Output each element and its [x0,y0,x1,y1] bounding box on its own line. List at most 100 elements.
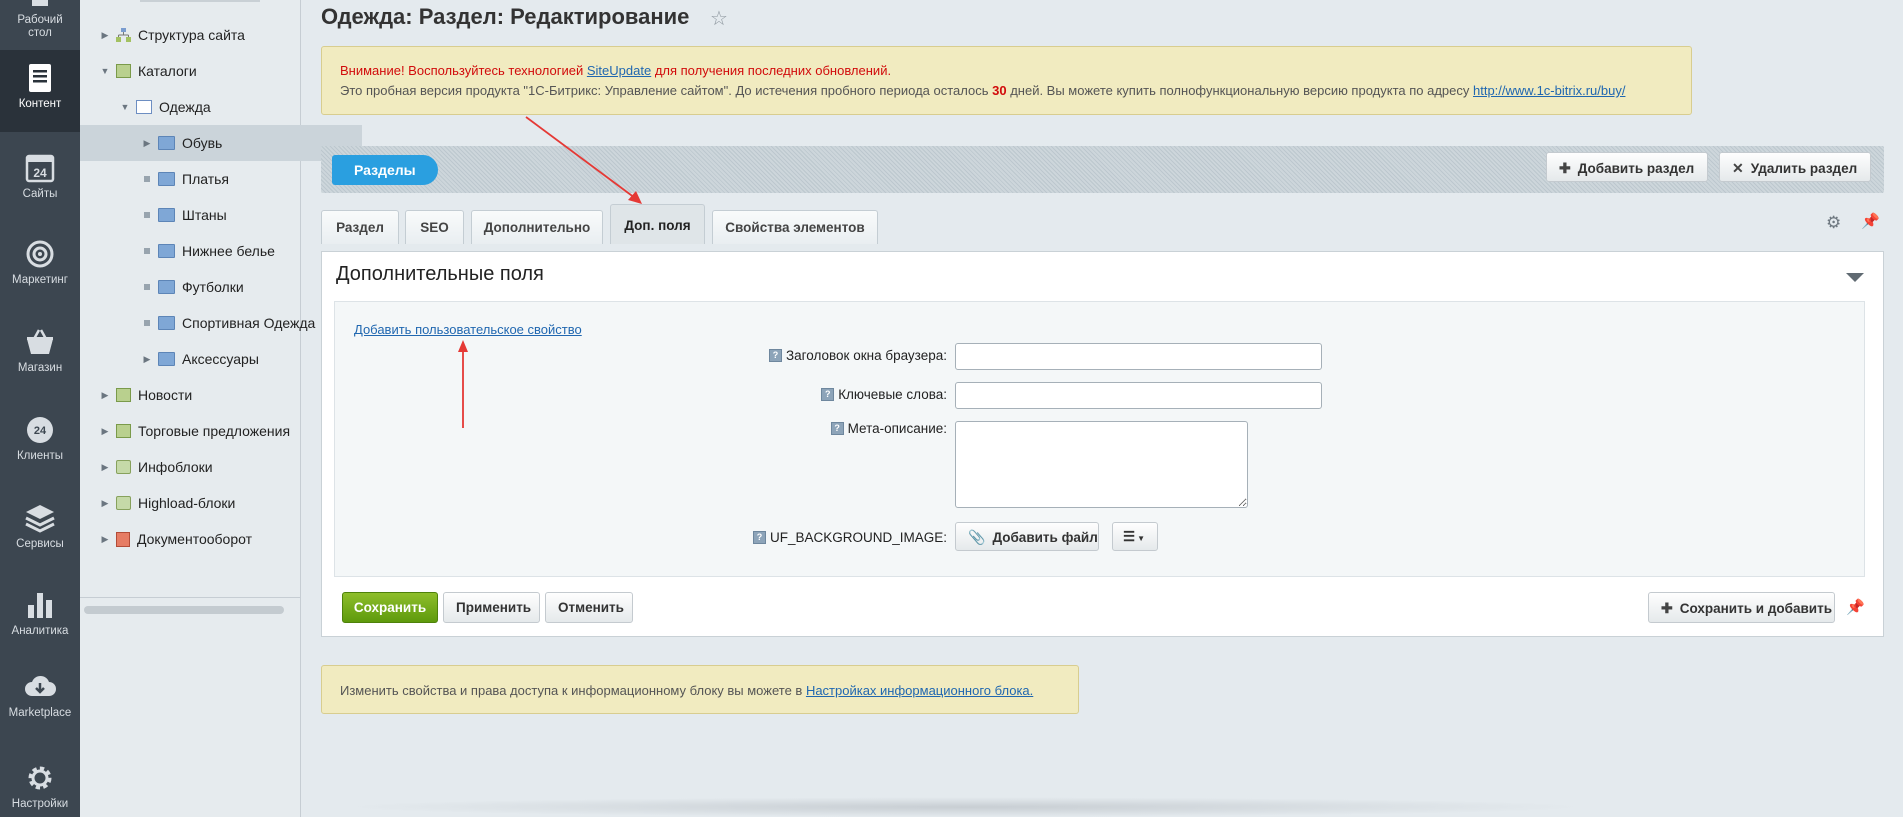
analytics-icon [28,593,52,618]
expand-arrow-icon[interactable]: ▶ [142,138,152,149]
tree-item-clothes[interactable]: ▼ Одежда [80,89,340,125]
catalog-section-icon [136,100,152,114]
tree-item-label: Одежда [159,99,211,115]
help-icon[interactable]: ? [768,349,782,362]
tree-item-infoblocks[interactable]: ▶ Инфоблоки [80,449,320,485]
browser-title-input[interactable] [955,343,1322,370]
siteupdate-link[interactable]: SiteUpdate [587,63,651,78]
tree-item-label: Документооборот [137,531,253,547]
tab-section[interactable]: Раздел [321,210,399,244]
nav-label: Marketplace [8,707,72,719]
nav-analytics[interactable]: Аналитика [0,589,80,649]
tree-item-label: Инфоблоки [138,459,213,475]
notice-text: Внимание! Воспользуйтесь технологией [340,63,587,78]
help-icon[interactable]: ? [752,531,766,544]
page-title: Одежда: Раздел: Редактирование [321,4,690,29]
tree-item-catalogs[interactable]: ▼ Каталоги [80,53,320,89]
favorite-star-icon[interactable]: ☆ [710,6,728,31]
tree-item-label: Highload-блоки [138,495,236,511]
nav-content[interactable]: Контент [0,50,80,132]
expand-arrow-icon[interactable]: ▶ [100,498,110,509]
tab-seo[interactable]: SEO [405,210,464,244]
iblock-settings-link[interactable]: Настройках информационного блока. [806,683,1033,698]
tab-element-properties[interactable]: Свойства элементов [712,210,878,244]
expand-arrow-icon[interactable]: ▶ [100,462,110,473]
add-user-property-link[interactable]: Добавить пользовательское свойство [354,322,582,337]
nav-label: Рабочий стол [17,14,63,39]
tab-additional[interactable]: Дополнительно [471,210,603,244]
close-icon: ✕ [1732,160,1744,176]
paperclip-icon: 📎 [968,529,986,545]
expand-arrow-icon[interactable]: ▶ [100,390,110,401]
sections-button[interactable]: Разделы [332,155,438,185]
nav-services[interactable]: Сервисы [0,502,80,562]
nav-sites[interactable]: 24 Сайты [0,152,80,212]
save-and-add-button[interactable]: ✚ Сохранить и добавить [1648,592,1835,623]
add-section-button[interactable]: ✚ Добавить раздел [1546,152,1708,182]
tree-item-dresses[interactable]: Платья [80,161,362,197]
nav-clients[interactable]: 24 Клиенты [0,414,80,474]
folder-icon [158,208,175,222]
iblock-settings-info: Изменить свойства и права доступа к инфо… [321,665,1079,714]
buy-link[interactable]: http://www.1c-bitrix.ru/buy/ [1473,83,1625,98]
tree-item-site-structure[interactable]: ▶ Структура сайта [80,17,320,53]
browser-title-label: ? Заголовок окна браузера: [768,348,947,363]
expand-arrow-icon[interactable]: ▶ [100,426,110,437]
button-label: Сохранить и добавить [1679,601,1832,616]
tree-item-sportswear[interactable]: Спортивная Одежда [80,305,362,341]
nav-shop[interactable]: Магазин [0,326,80,386]
tree-item-highload[interactable]: ▶ Highload-блоки [80,485,320,521]
expand-arrow-icon[interactable]: ▶ [100,534,110,545]
nav-settings[interactable]: Настройки [0,762,80,817]
tree-item-label: Аксессуары [182,351,259,367]
keywords-input[interactable] [955,382,1322,409]
tree-item-underwear[interactable]: Нижнее белье [80,233,362,269]
help-icon[interactable]: ? [830,422,844,435]
pin-icon[interactable]: 📌 [1846,598,1865,616]
tree-item-offers[interactable]: ▶ Торговые предложения [80,413,320,449]
settings-gear-icon[interactable]: ⚙ [1826,213,1841,233]
info-text: Изменить свойства и права доступа к инфо… [340,683,806,698]
file-menu-button[interactable]: ☰ ▼ [1112,522,1158,551]
bullet-icon [144,212,150,218]
tree-scrollbar[interactable] [84,606,284,614]
folder-icon [158,244,175,258]
tree-item-tshirts[interactable]: Футболки [80,269,362,305]
help-icon[interactable]: ? [821,388,835,401]
collapse-triangle-icon[interactable] [1846,273,1864,282]
expand-arrow-icon[interactable]: ▶ [142,354,152,365]
save-button[interactable]: Сохранить [342,592,438,623]
bg-image-label: ? UF_BACKGROUND_IMAGE: [752,530,947,545]
pin-icon[interactable]: 📌 [1861,212,1880,230]
field-label: Мета-описание: [847,421,947,436]
tree-item-label: Спортивная Одежда [182,315,316,331]
notice-text: Это пробная версия продукта "1С-Битрикс:… [340,83,993,98]
collapse-arrow-icon[interactable]: ▼ [120,102,130,112]
expand-arrow-icon[interactable]: ▶ [100,30,110,41]
tab-extra-fields[interactable]: Доп. поля [610,204,705,244]
nav-marketing[interactable]: Маркетинг [0,238,80,298]
collapse-arrow-icon[interactable]: ▼ [100,66,110,76]
apply-button[interactable]: Применить [443,592,540,623]
desktop-icon [32,0,48,6]
tree-item-docflow[interactable]: ▶ Документооборот [80,521,320,557]
nav-label: Контент [18,98,62,110]
notice-text: дней. Вы можете купить полнофункциональн… [1006,83,1473,98]
nav-desktop[interactable]: Рабочий стол [0,0,80,44]
meta-description-textarea[interactable] [955,421,1248,508]
cloud-download-icon [25,675,56,696]
tree-item-shoes[interactable]: ▶ Обувь [80,125,362,161]
cancel-button[interactable]: Отменить [545,592,633,623]
iblock-type-icon [116,388,131,402]
tree-item-pants[interactable]: Штаны [80,197,362,233]
clients-icon: 24 [27,417,53,443]
tree-item-label: Нижнее белье [182,243,275,259]
delete-section-button[interactable]: ✕ Удалить раздел [1719,152,1871,182]
add-file-button[interactable]: 📎 Добавить файл [955,522,1099,551]
nav-marketplace[interactable]: Marketplace [0,671,80,731]
keywords-label: ? Ключевые слова: [821,387,947,402]
button-label: Добавить файл [992,530,1098,545]
tree-item-accessories[interactable]: ▶ Аксессуары [80,341,362,377]
field-label: Ключевые слова: [838,387,947,402]
tree-item-news[interactable]: ▶ Новости [80,377,320,413]
